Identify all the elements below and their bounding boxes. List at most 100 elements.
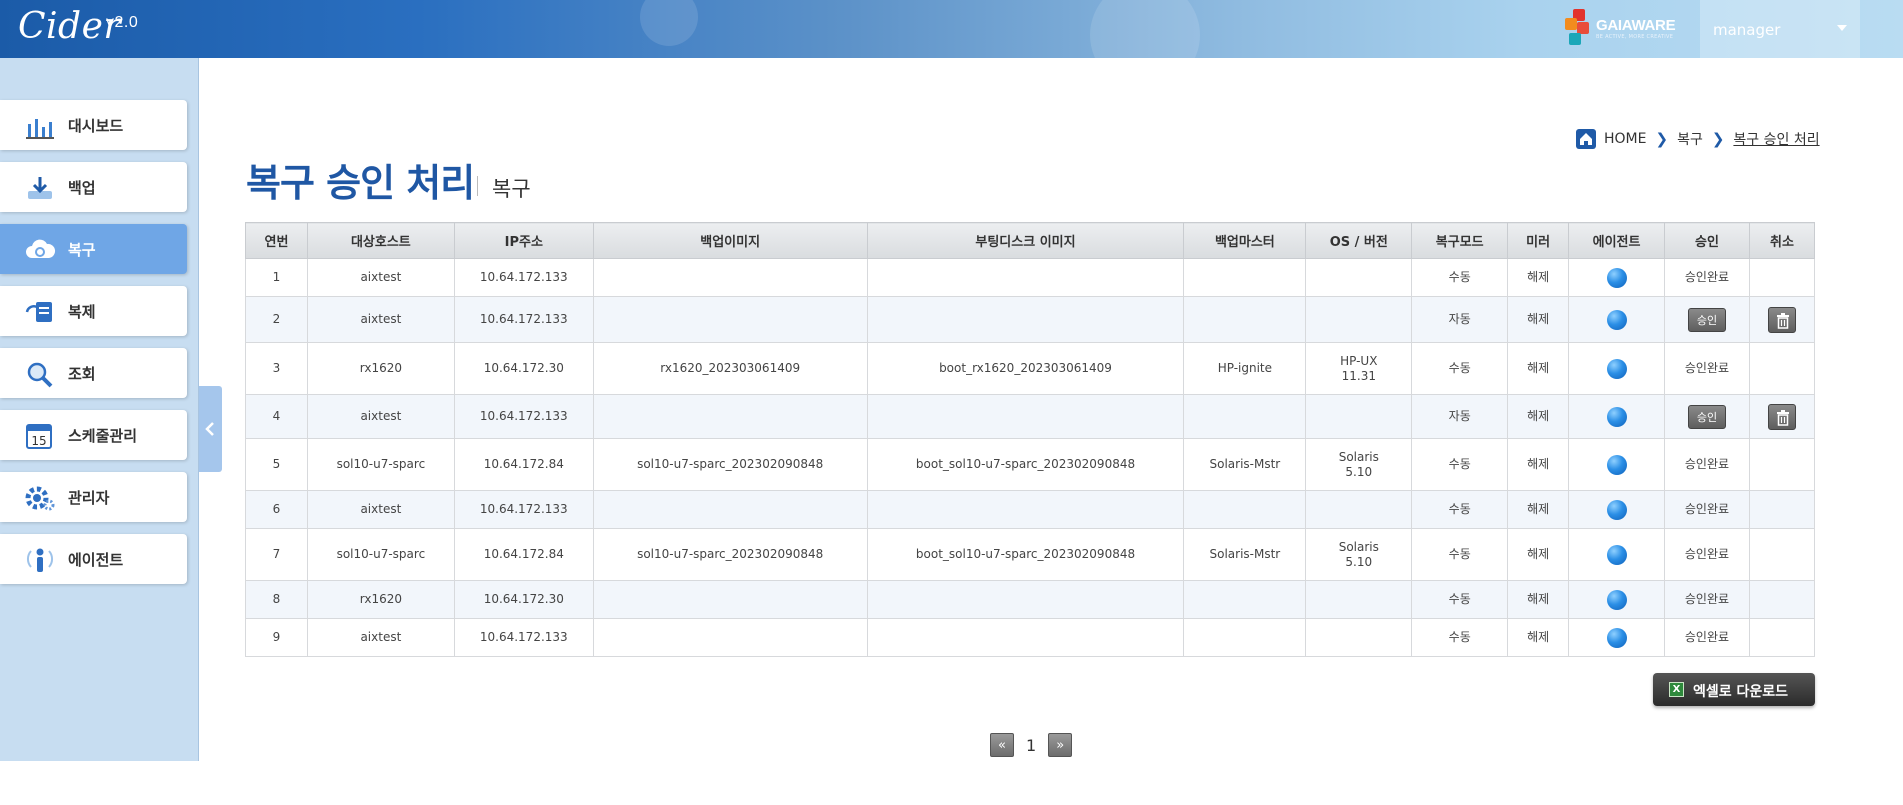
table-row[interactable]: 6 aixtest 10.64.172.133 수동 해제 승인완료 xyxy=(245,490,1816,529)
ip-address: 10.64.172.84 xyxy=(483,547,564,561)
table-row[interactable]: 9 aixtest 10.64.172.133 수동 해제 승인완료 xyxy=(245,618,1816,657)
mirror-status: 해제 xyxy=(1527,361,1550,375)
cell-master xyxy=(1183,580,1307,619)
cell-agent xyxy=(1568,296,1665,343)
os-name: HP-UX xyxy=(1340,353,1378,368)
backup-icon xyxy=(28,177,52,199)
cell-backup-image xyxy=(592,394,868,439)
approval-status: 승인완료 xyxy=(1684,502,1730,516)
approve-button[interactable]: 승인 xyxy=(1687,404,1726,429)
cell-boot-image: boot_rx1620_202303061409 xyxy=(866,342,1185,395)
cell-master xyxy=(1183,296,1307,343)
restore-mode: 수동 xyxy=(1448,502,1471,516)
breadcrumb-section[interactable]: 복구 xyxy=(1677,129,1703,149)
host-name: aixtest xyxy=(360,270,402,284)
excel-icon: X xyxy=(1669,682,1684,697)
cell-host: aixtest xyxy=(306,258,455,297)
next-page-button[interactable]: » xyxy=(1048,733,1073,757)
cell-master: Solaris-Mstr xyxy=(1183,438,1307,491)
sidebar-item-dashboard[interactable]: 대시보드 xyxy=(0,100,187,150)
cell-boot-image: boot_sol10-u7-sparc_202302090848 xyxy=(866,528,1185,581)
cell-index: 4 xyxy=(245,394,308,439)
backup-image-name: sol10-u7-sparc_202302090848 xyxy=(637,457,824,471)
cell-os xyxy=(1305,580,1413,619)
cell-boot-image xyxy=(866,490,1185,529)
sidebar-item-schedule[interactable]: 15 스케줄관리 xyxy=(0,410,187,460)
table-row[interactable]: 3 rx1620 10.64.172.30 rx1620_202303061409 bo… xyxy=(245,342,1816,395)
cell-os xyxy=(1305,258,1413,297)
app-logo[interactable]: Cider v2.0 xyxy=(18,6,138,47)
cell-ip: 10.64.172.133 xyxy=(453,618,594,657)
cell-index: 5 xyxy=(245,438,308,491)
cell-mirror: 해제 xyxy=(1507,528,1570,581)
page-subtitle: 복구 xyxy=(492,177,531,201)
cell-master xyxy=(1183,618,1307,657)
sidebar-item-admin[interactable]: 관리자 xyxy=(0,472,187,522)
row-index: 1 xyxy=(272,270,281,284)
cell-ip: 10.64.172.133 xyxy=(453,258,594,297)
os-version: 5.10 xyxy=(1345,464,1373,479)
row-index: 9 xyxy=(272,630,281,644)
cell-mode: 수동 xyxy=(1411,438,1509,491)
cell-mode: 수동 xyxy=(1411,490,1509,529)
sidebar-item-replicate[interactable]: 복제 xyxy=(0,286,187,336)
page-number-current[interactable]: 1 xyxy=(1026,736,1036,755)
breadcrumb-home[interactable]: HOME xyxy=(1604,131,1646,147)
agent-status-icon xyxy=(1606,589,1627,610)
cell-boot-image: boot_sol10-u7-sparc_202302090848 xyxy=(866,438,1185,491)
backup-image-name: sol10-u7-sparc_202302090848 xyxy=(637,547,824,561)
cell-os: Solaris 5.10 xyxy=(1305,528,1413,581)
cell-ip: 10.64.172.133 xyxy=(453,394,594,439)
cell-host: aixtest xyxy=(306,394,455,439)
cell-mirror: 해제 xyxy=(1507,580,1570,619)
cancel-button[interactable] xyxy=(1767,403,1796,430)
cell-cancel xyxy=(1748,394,1816,439)
excel-download-button[interactable]: X 엑셀로 다운로드 xyxy=(1653,673,1815,706)
chevron-left-icon xyxy=(205,422,214,436)
cell-mirror: 해제 xyxy=(1507,618,1570,657)
ip-address: 10.64.172.30 xyxy=(483,592,564,606)
mirror-status: 해제 xyxy=(1527,457,1550,471)
boot-image-name: boot_sol10-u7-sparc_202302090848 xyxy=(915,547,1136,561)
sidebar-item-search[interactable]: 조회 xyxy=(0,348,187,398)
pagination: « 1 » xyxy=(990,733,1073,757)
sidebar-item-restore[interactable]: 복구 xyxy=(0,224,187,274)
cell-os xyxy=(1305,490,1413,529)
column-header-cancel: 취소 xyxy=(1748,222,1816,259)
approve-button[interactable]: 승인 xyxy=(1687,307,1726,332)
column-header-ip: IP주소 xyxy=(453,222,594,259)
row-index: 5 xyxy=(272,457,281,471)
agent-status-icon xyxy=(1606,309,1627,330)
agent-status-icon xyxy=(1606,267,1627,288)
dashboard-icon xyxy=(26,119,54,139)
home-icon[interactable] xyxy=(1576,129,1596,149)
sidebar-item-label: 복구 xyxy=(68,241,96,259)
restore-cloud-icon xyxy=(26,239,56,258)
row-index: 2 xyxy=(272,312,281,326)
prev-page-button[interactable]: « xyxy=(990,733,1014,757)
table-row[interactable]: 2 aixtest 10.64.172.133 자동 해제 승인 xyxy=(245,296,1816,343)
cell-approval: 승인완료 xyxy=(1664,528,1750,581)
mirror-status: 해제 xyxy=(1527,547,1550,561)
table-row[interactable]: 4 aixtest 10.64.172.133 자동 해제 승인 xyxy=(245,394,1816,439)
cell-ip: 10.64.172.30 xyxy=(453,342,594,395)
table-row[interactable]: 7 sol10-u7-sparc 10.64.172.84 sol10-u7-spar… xyxy=(245,528,1816,581)
cancel-button[interactable] xyxy=(1767,306,1796,333)
sidebar-item-label: 스케줄관리 xyxy=(68,427,138,445)
sidebar-item-backup[interactable]: 백업 xyxy=(0,162,187,212)
table-row[interactable]: 1 aixtest 10.64.172.133 수동 해제 승인완료 xyxy=(245,258,1816,297)
user-dropdown[interactable]: manager xyxy=(1700,0,1860,58)
cell-cancel xyxy=(1748,438,1816,491)
sidebar: 대시보드 백업 복구 복제 조회 15 스케줄관리 관리자 에이전트 xyxy=(0,58,199,761)
breadcrumb-current[interactable]: 복구 승인 처리 xyxy=(1733,129,1819,149)
table-row[interactable]: 8 rx1620 10.64.172.30 수동 해제 승인완료 xyxy=(245,580,1816,619)
row-index: 6 xyxy=(272,502,281,516)
cell-approval: 승인완료 xyxy=(1664,580,1750,619)
table-row[interactable]: 5 sol10-u7-sparc 10.64.172.84 sol10-u7-spar… xyxy=(245,438,1816,491)
sidebar-collapse-button[interactable] xyxy=(199,386,222,472)
ip-address: 10.64.172.133 xyxy=(479,630,568,644)
cell-agent xyxy=(1568,528,1665,581)
sidebar-item-agent[interactable]: 에이전트 xyxy=(0,534,187,584)
sidebar-item-label: 백업 xyxy=(68,179,96,197)
user-name: manager xyxy=(1713,21,1781,39)
